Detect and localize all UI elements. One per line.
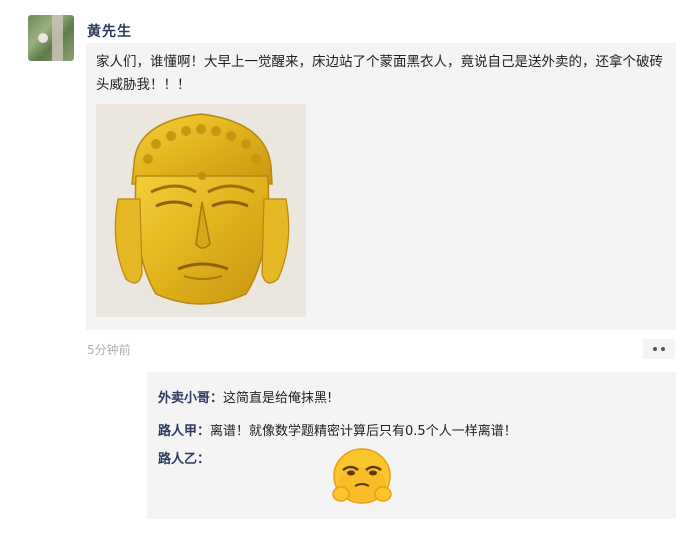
comment-item[interactable]: 外卖小哥：这简直是给俺抹黑! (158, 387, 332, 406)
comments-section: 外卖小哥：这简直是给俺抹黑! 路人甲：离谱！就像数学题精密计算后只有0.5个人一… (147, 372, 676, 519)
post-card: 家人们，谁懂啊！大早上一觉醒来，床边站了个蒙面黑衣人，竟说自己是送外卖的，还拿个… (86, 43, 676, 330)
avatar-flower (38, 33, 48, 43)
dot-icon (661, 347, 665, 351)
avatar[interactable] (28, 15, 74, 61)
post-author-name[interactable]: 黄先生 (87, 21, 132, 41)
dot-icon (653, 347, 657, 351)
comment-item[interactable]: 路人乙： (158, 448, 210, 467)
buddha-head-icon (96, 104, 306, 317)
comment-author[interactable]: 路人乙： (158, 452, 210, 467)
post-text: 家人们，谁懂啊！大早上一觉醒来，床边站了个蒙面黑衣人，竟说自己是送外卖的，还拿个… (96, 54, 663, 93)
worried-face-emoji-icon (332, 448, 392, 504)
comment-author[interactable]: 路人甲： (158, 424, 210, 439)
comment-text: 离谱！就像数学题精密计算后只有0.5个人一样离谱！ (210, 424, 517, 439)
more-actions-button[interactable] (643, 339, 675, 359)
avatar-tree-trunk (52, 15, 63, 61)
comment-author[interactable]: 外卖小哥： (158, 391, 223, 406)
comment-text: 这简直是给俺抹黑! (223, 391, 333, 406)
post-timestamp: 5分钟前 (87, 343, 131, 357)
comment-item[interactable]: 路人甲：离谱！就像数学题精密计算后只有0.5个人一样离谱！ (158, 420, 517, 439)
post-image[interactable] (96, 104, 306, 317)
